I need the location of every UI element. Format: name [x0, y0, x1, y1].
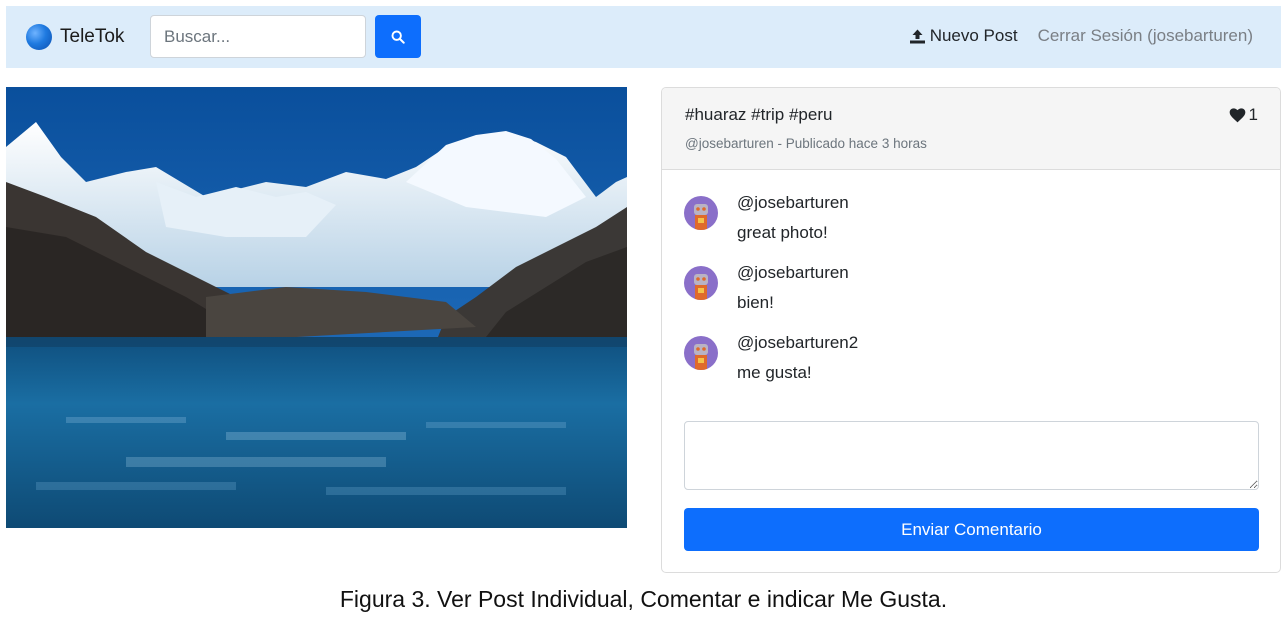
post-meta: @josebarturen - Publicado hace 3 horas	[685, 136, 927, 151]
search-input[interactable]	[150, 15, 366, 58]
like-button[interactable]: 1	[1229, 105, 1258, 125]
new-post-link[interactable]: Nuevo Post	[909, 26, 1018, 46]
robot-avatar	[684, 266, 718, 300]
comment-item: @josebarturen bien!	[684, 262, 849, 314]
post-header: #huaraz #trip #peru @josebarturen - Publ…	[662, 88, 1280, 170]
upload-icon	[909, 29, 925, 43]
post-tags: #huaraz #trip #peru	[685, 105, 833, 124]
comment-user[interactable]: @josebarturen	[737, 192, 849, 214]
navbar: TeleTok Nuevo Post Cerrar Sesión (joseba…	[6, 6, 1281, 68]
search-icon	[391, 30, 405, 44]
robot-avatar	[684, 336, 718, 370]
nav-right: Nuevo Post Cerrar Sesión (josebarturen)	[909, 26, 1253, 46]
comment-item: @josebarturen great photo!	[684, 192, 849, 244]
figure-caption: Figura 3. Ver Post Individual, Comentar …	[339, 586, 948, 612]
comment-text: great photo!	[737, 223, 828, 242]
new-post-label: Nuevo Post	[929, 26, 1018, 45]
search-button[interactable]	[375, 15, 421, 58]
comment-text: me gusta!	[737, 363, 812, 382]
like-count: 1	[1248, 105, 1258, 124]
globe-icon	[26, 24, 52, 50]
post-image	[6, 87, 627, 528]
comment-user[interactable]: @josebarturen2	[737, 332, 858, 354]
logout-link[interactable]: Cerrar Sesión (josebarturen)	[1038, 26, 1253, 46]
comment-text: bien!	[737, 293, 774, 312]
robot-avatar	[684, 196, 718, 230]
comment-user[interactable]: @josebarturen	[737, 262, 849, 284]
brand-name: TeleTok	[60, 26, 125, 47]
comment-textarea[interactable]	[684, 421, 1259, 490]
heart-icon	[1229, 107, 1245, 122]
post-card: #huaraz #trip #peru @josebarturen - Publ…	[661, 87, 1281, 573]
send-comment-button[interactable]: Enviar Comentario	[684, 508, 1259, 551]
comment-item: @josebarturen2 me gusta!	[684, 332, 858, 384]
brand-link[interactable]: TeleTok	[26, 24, 124, 50]
